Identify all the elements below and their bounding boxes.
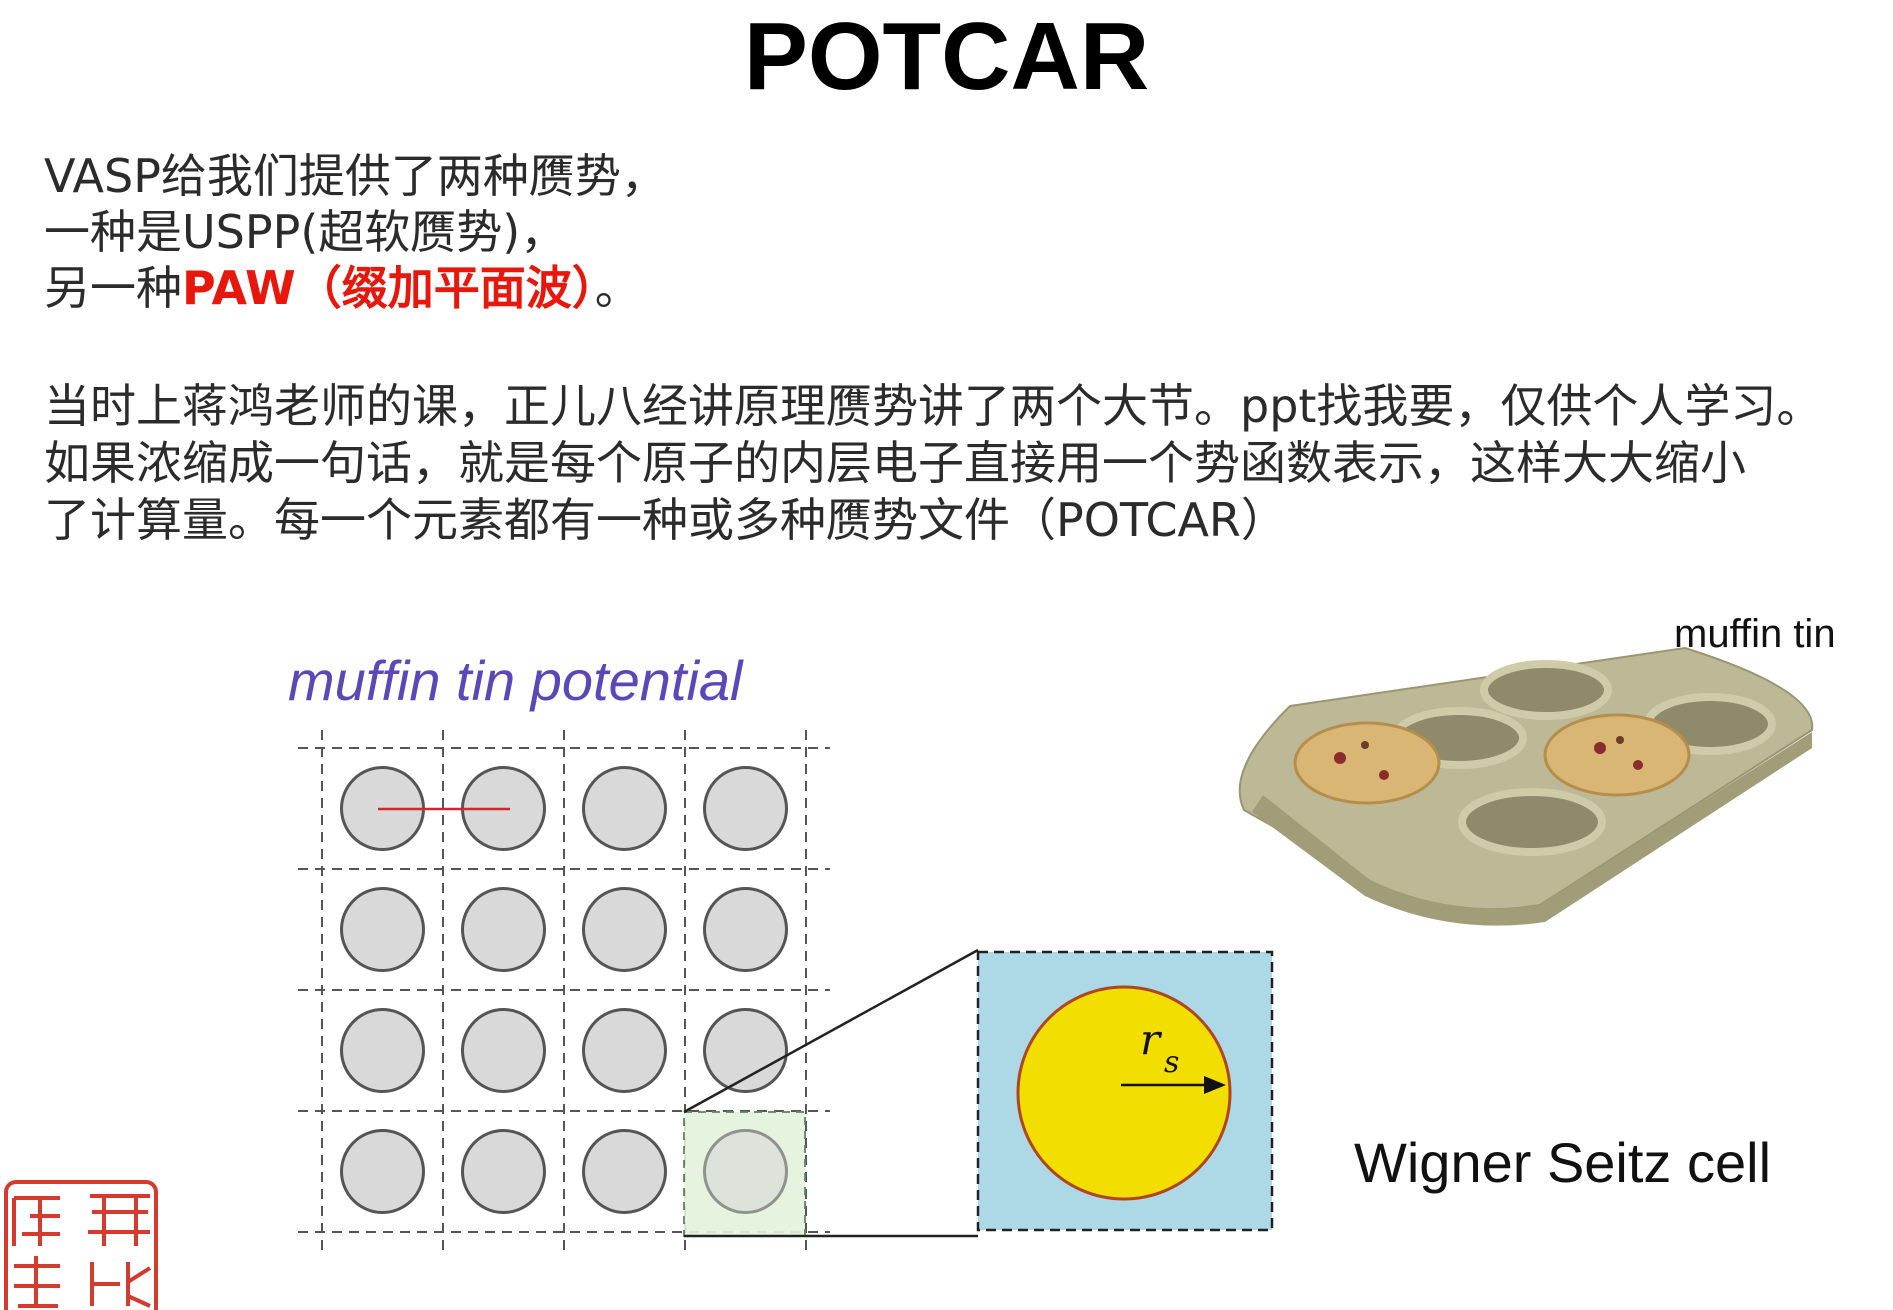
- atom-sphere: [340, 887, 425, 972]
- muffin-tin-tray-image: [1238, 646, 1814, 926]
- paragraph-line-1: 当时上蒋鸿老师的课，正儿八经讲原理赝势讲了两个大节。ppt找我要，仅供个人学习。: [44, 379, 1823, 433]
- atom-sphere: [582, 1129, 667, 1214]
- slide-title: POTCAR: [743, 3, 1150, 110]
- paragraph-line-3: 了计算量。每一个元素都有一种或多种赝势文件（POTCAR）: [44, 493, 1287, 547]
- atom-sphere: [703, 766, 788, 851]
- atom-sphere: [461, 887, 546, 972]
- atom-sphere: [582, 1008, 667, 1093]
- intro-text: VASP给我们提供了两种赝势， 一种是USPP(超软赝势)， 另一种PAW（缀加…: [44, 148, 667, 316]
- atom-sphere: [582, 887, 667, 972]
- red-seal-stamp: [4, 1180, 158, 1310]
- atom-sphere: [461, 1129, 546, 1214]
- atom-sphere: [703, 1008, 788, 1093]
- atom-sphere: [703, 887, 788, 972]
- explanation-paragraph: 当时上蒋鸿老师的课，正儿八经讲原理赝势讲了两个大节。ppt找我要，仅供个人学习。…: [44, 378, 1893, 549]
- intro-line-2: 一种是USPP(超软赝势)，: [44, 205, 567, 259]
- radius-arrowhead: [1204, 1076, 1226, 1094]
- wigner-seitz-label: Wigner Seitz cell: [1354, 1131, 1772, 1194]
- paragraph-line-2: 如果浓缩成一句话，就是每个原子的内层电子直接用一个势函数表示，这样大大缩小: [44, 436, 1746, 490]
- muffin-left: [1293, 721, 1441, 805]
- muffin-right: [1543, 713, 1691, 797]
- intro-line-1: VASP给我们提供了两种赝势，: [44, 149, 667, 203]
- grid-dashed-lines: [298, 730, 830, 1250]
- highlighted-cell: [683, 1111, 806, 1237]
- atom-sphere: [703, 1129, 788, 1214]
- muffin-tin-sphere: [1016, 985, 1232, 1201]
- slide: POTCAR VASP给我们提供了两种赝势， 一种是USPP(超软赝势)， 另一…: [0, 0, 1893, 1310]
- intro-line-3-suffix: 。: [594, 261, 641, 315]
- atom-sphere: [461, 1008, 546, 1093]
- atom-sphere: [582, 766, 667, 851]
- rs-symbol: r: [1140, 1015, 1163, 1064]
- atom-sphere: [340, 1008, 425, 1093]
- atom-sphere: [340, 766, 425, 851]
- intro-line-3-prefix: 另一种: [44, 261, 182, 315]
- intro-line-3: 另一种PAW（缀加平面波）。: [44, 260, 667, 316]
- muffin-tin-potential-label: muffin tin potential: [288, 649, 743, 712]
- atom-spheres: [340, 766, 788, 1214]
- wigner-seitz-cell: [976, 950, 1274, 1232]
- atom-sphere: [340, 1129, 425, 1214]
- corner-watermark: [1832, 0, 1893, 22]
- paw-highlight: PAW（缀加平面波）: [182, 261, 595, 315]
- muffin-tin-label: muffin tin: [1674, 612, 1836, 656]
- rs-subscript: s: [1164, 1045, 1179, 1080]
- atom-sphere: [461, 766, 546, 851]
- zoom-line-top: [683, 948, 979, 1114]
